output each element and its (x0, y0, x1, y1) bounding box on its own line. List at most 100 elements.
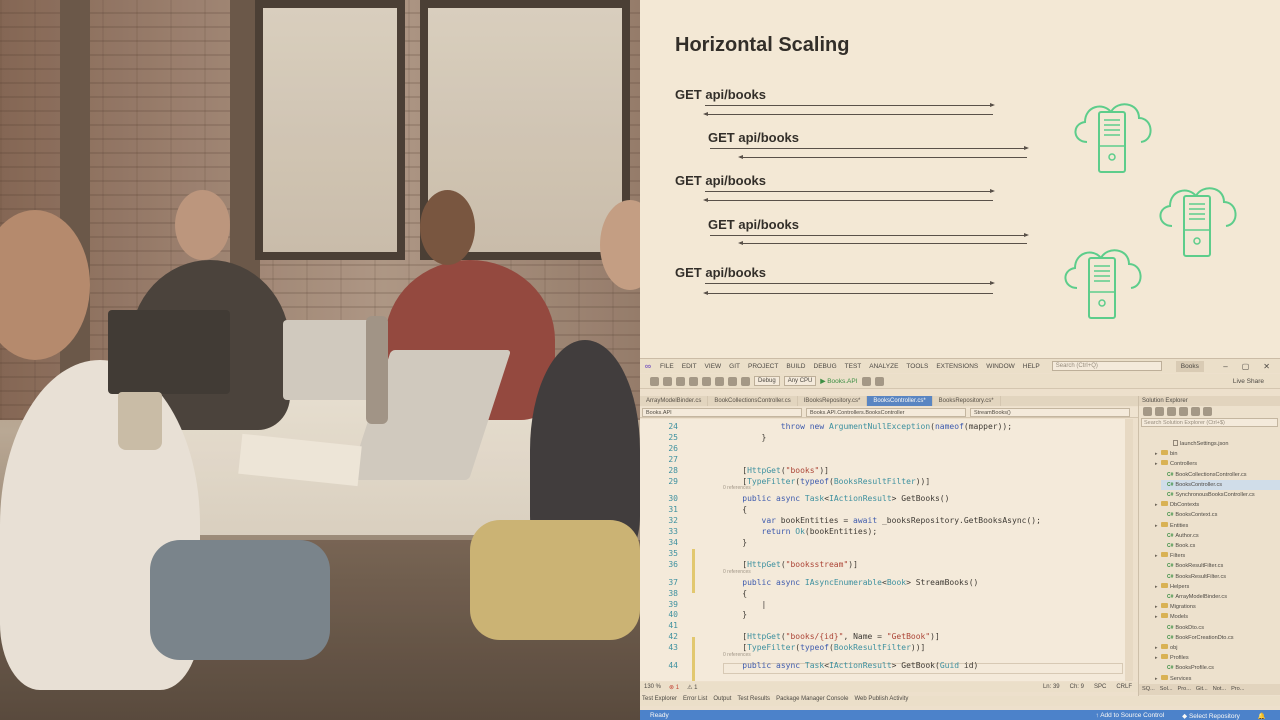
tree-file[interactable]: C# BookDto.cs (1161, 623, 1280, 633)
tree-file[interactable]: C# BooksContext.cs (1161, 510, 1280, 520)
tree-file[interactable]: C# BooksProfile.cs (1161, 663, 1280, 673)
project-dropdown[interactable]: Books.API (642, 407, 802, 417)
tab-array-model-binder[interactable]: ArrayModelBinder.cs (640, 396, 709, 406)
error-count[interactable]: ⊗ 1 (669, 684, 679, 691)
code-line[interactable]: 24 throw new ArgumentNullException(nameo… (640, 421, 1132, 432)
tree-folder[interactable]: ▸ Filters (1155, 551, 1280, 561)
tab-book-collections-controller[interactable]: BookCollectionsController.cs (708, 396, 798, 406)
member-dropdown[interactable]: StreamBooks() (970, 407, 1130, 417)
tree-folder[interactable]: ▸ Entities (1155, 521, 1280, 531)
tree-folder[interactable]: ▸ Migrations (1155, 602, 1280, 612)
close-icon[interactable]: ✕ (1263, 362, 1270, 371)
tree-folder[interactable]: ▸ Services (1155, 674, 1280, 684)
menu-git[interactable]: GIT (725, 363, 744, 370)
settings-icon[interactable] (1203, 407, 1212, 416)
code-line[interactable]: 40 } (640, 609, 1132, 620)
sync-icon[interactable] (1155, 407, 1164, 416)
warning-count[interactable]: ⚠ 1 (687, 684, 697, 691)
collapse-all-icon[interactable] (1179, 407, 1188, 416)
solution-search-input[interactable]: Search Solution Explorer (Ctrl+$) (1141, 418, 1278, 427)
tab-output[interactable]: Output (713, 696, 731, 706)
line-ending[interactable]: CRLF (1116, 684, 1132, 690)
menu-tools[interactable]: TOOLS (902, 363, 932, 370)
tree-file[interactable]: C# SynchronousBooksController.cs (1161, 490, 1280, 500)
code-line[interactable]: 39 | (640, 599, 1132, 610)
tab-notifications[interactable]: Not... (1213, 684, 1226, 695)
tab-solution[interactable]: Sol... (1160, 684, 1173, 695)
save-icon[interactable] (702, 376, 711, 386)
code-line[interactable]: 44 public async Task<IActionResult> GetB… (640, 660, 1132, 671)
code-line[interactable]: 32 var bookEntities = await _booksReposi… (640, 515, 1132, 526)
vertical-scrollbar[interactable] (1125, 419, 1133, 681)
tab-git[interactable]: Git... (1196, 684, 1208, 695)
codelens-references[interactable]: 0 references (723, 652, 751, 660)
start-without-debug-icon[interactable] (861, 376, 871, 386)
menu-window[interactable]: WINDOW (982, 363, 1019, 370)
tree-file[interactable]: launchSettings.json (1167, 439, 1280, 449)
tree-file[interactable]: C# BookResultFilter.cs (1161, 561, 1280, 571)
tab-books-controller[interactable]: BooksController.cs* (867, 396, 933, 406)
tree-folder[interactable]: ▸ Controllers (1155, 459, 1280, 469)
tree-folder[interactable]: ▸ Models (1155, 612, 1280, 622)
code-line[interactable]: 38 { (640, 588, 1132, 599)
code-line[interactable]: 42 [HttpGet("books/{id}", Name = "GetBoo… (640, 631, 1132, 642)
tree-file[interactable]: C# ArrayModelBinder.cs (1161, 592, 1280, 602)
tab-web-publish-activity[interactable]: Web Publish Activity (854, 696, 908, 706)
menu-extensions[interactable]: EXTENSIONS (932, 363, 982, 370)
add-to-source-control-button[interactable]: ↑ Add to Source Control (1095, 712, 1164, 720)
tree-folder[interactable]: ▸ bin (1155, 449, 1280, 459)
tree-file[interactable]: C# BooksController.cs (1161, 479, 1280, 490)
codelens-references[interactable]: 0 references (723, 485, 751, 493)
code-line[interactable]: 41 (640, 620, 1132, 631)
tab-package-manager-console[interactable]: Package Manager Console (776, 696, 848, 706)
search-input[interactable]: Search (Ctrl+Q) (1051, 361, 1162, 371)
code-line[interactable]: 37 public async IAsyncEnumerable<Book> S… (640, 577, 1132, 588)
tree-file[interactable]: C# BooksResultFilter.cs (1161, 572, 1280, 582)
notifications-icon[interactable]: 🔔 (1258, 712, 1266, 720)
code-editor[interactable]: 24 throw new ArgumentNullException(nameo… (640, 419, 1132, 681)
show-all-files-icon[interactable] (1191, 407, 1200, 416)
menu-test[interactable]: TEST (841, 363, 866, 370)
code-line[interactable]: 25 } (640, 432, 1132, 443)
tab-ibooks-repository[interactable]: IBooksRepository.cs* (798, 396, 868, 406)
menu-view[interactable]: VIEW (701, 363, 726, 370)
forward-icon[interactable] (663, 376, 672, 386)
code-line[interactable]: 34 } (640, 537, 1132, 548)
home-icon[interactable] (1143, 407, 1152, 416)
code-line[interactable]: 33 return Ok(bookEntities); (640, 526, 1132, 537)
tab-test-explorer[interactable]: Test Explorer (642, 696, 677, 706)
tab-project[interactable]: Pro... (1231, 684, 1244, 695)
undo-icon[interactable] (728, 376, 737, 386)
select-repository-button[interactable]: ◆ Select Repository (1182, 712, 1240, 720)
code-line[interactable]: 27 (640, 454, 1132, 465)
code-line[interactable]: 36 [HttpGet("booksstream")] (640, 559, 1132, 570)
tree-folder[interactable]: ▸ Profiles (1155, 653, 1280, 663)
new-project-icon[interactable] (676, 376, 685, 386)
hot-reload-icon[interactable] (874, 376, 884, 386)
open-icon[interactable] (689, 376, 698, 386)
run-button[interactable]: ▶ Books.API (820, 377, 857, 385)
code-line[interactable]: 30 public async Task<IActionResult> GetB… (640, 493, 1132, 504)
codelens-references[interactable]: 0 references (723, 569, 751, 577)
code-line[interactable]: 29 [TypeFilter(typeof(BooksResultFilter)… (640, 476, 1132, 487)
maximize-icon[interactable]: ▢ (1242, 362, 1250, 371)
platform-dropdown[interactable]: Any CPU (783, 376, 817, 386)
redo-icon[interactable] (741, 376, 750, 386)
tree-file[interactable]: C# BookCollectionsController.cs (1161, 470, 1280, 480)
tree-folder[interactable]: ▸ obj (1155, 643, 1280, 653)
menu-analyze[interactable]: ANALYZE (865, 363, 902, 370)
tree-file[interactable]: C# Author.cs (1161, 531, 1280, 541)
menu-build[interactable]: BUILD (782, 363, 809, 370)
tab-properties[interactable]: Pro... (1178, 684, 1191, 695)
menu-project[interactable]: PROJECT (744, 363, 782, 370)
code-line[interactable]: 28 [HttpGet("books")] (640, 465, 1132, 476)
tab-error-list[interactable]: Error List (683, 696, 707, 706)
tree-folder[interactable]: ▸ Helpers (1155, 582, 1280, 592)
tab-books-repository[interactable]: BooksRepository.cs* (933, 396, 1001, 406)
class-dropdown[interactable]: Books.API.Controllers.BooksController (806, 407, 966, 417)
code-line[interactable]: 35 (640, 548, 1132, 559)
configuration-dropdown[interactable]: Debug (754, 376, 780, 386)
minimize-icon[interactable]: – (1223, 362, 1227, 371)
code-line[interactable]: 31 { (640, 504, 1132, 515)
menu-file[interactable]: FILE (656, 363, 678, 370)
